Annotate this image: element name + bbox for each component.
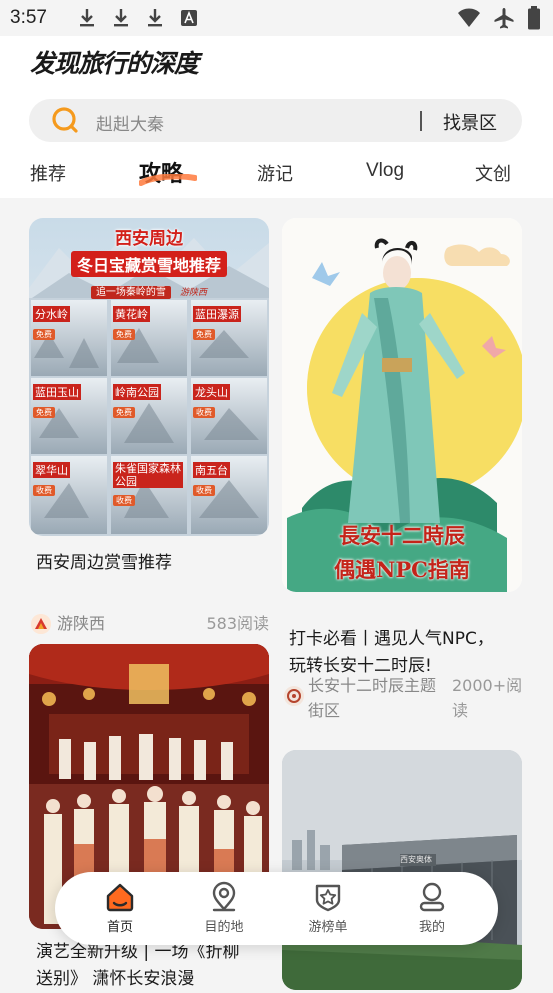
- card-read-count: 2000+阅 读: [452, 673, 522, 723]
- status-bar: 3:57: [0, 0, 553, 36]
- spot-tag: 收费: [193, 407, 215, 418]
- card-image-headline-2: 冬日宝藏赏雪地推荐: [70, 251, 227, 277]
- spot-name: 蓝田玉山: [33, 384, 81, 400]
- card-title-line: 送别》 潇怀长安浪漫: [36, 969, 195, 989]
- download-icon: [111, 8, 131, 28]
- spot-tag: 免费: [33, 329, 55, 340]
- card-image-npc[interactable]: 長安十二時辰 偶遇NPC指南: [282, 218, 522, 592]
- search-icon: [52, 107, 78, 133]
- tab-vlog[interactable]: Vlog: [366, 160, 404, 182]
- spot-tag: 免费: [113, 329, 135, 340]
- card-title[interactable]: 打卡必看丨遇见人气NPC， 玩转长安十二时辰!: [289, 626, 494, 680]
- card-image-subheadline: 偶遇NPC指南: [334, 557, 470, 582]
- author-avatar: [31, 614, 51, 634]
- nav-label: 首页: [106, 920, 133, 935]
- battery-icon: [527, 6, 541, 35]
- article-card[interactable]: 西安奥体: [282, 750, 522, 990]
- airplane-icon: [493, 7, 515, 34]
- spot-tag: 收费: [33, 485, 55, 496]
- spot-name: 朱雀国家森林公园: [113, 462, 183, 488]
- nav-label: 游榜单: [308, 920, 348, 935]
- profile-icon: [419, 882, 445, 912]
- nav-home[interactable]: 首页: [85, 881, 155, 935]
- status-time: 3:57: [10, 7, 47, 28]
- card-title[interactable]: 演艺全新升级 | 一场《折柳 送别》 潇怀长安浪漫: [36, 939, 240, 993]
- card-image-slogan: 追一场秦岭的雪: [90, 286, 171, 299]
- card-image-sign: 西安奥体: [400, 855, 432, 864]
- card-image-headline: 西安周边: [115, 229, 183, 249]
- spot-name: 岭南公园: [113, 384, 161, 400]
- card-image-snow[interactable]: 西安周边 冬日宝藏赏雪地推荐 追一场秦岭的雪 游陕西 分水岭免费 黄花岭免费 蓝…: [29, 218, 269, 536]
- download-icon: [145, 8, 165, 28]
- search-bar[interactable]: 赳赳大秦 找景区: [29, 99, 522, 142]
- card-author-line: 街区: [308, 701, 341, 720]
- article-card[interactable]: 西安周边 冬日宝藏赏雪地推荐 追一场秦岭的雪 游陕西 分水岭免费 黄花岭免费 蓝…: [29, 218, 269, 634]
- spot-name: 分水岭: [33, 306, 70, 322]
- tab-creative[interactable]: 文创: [475, 160, 511, 186]
- category-tabs: 推荐 攻略 游记 Vlog 文创: [0, 154, 553, 194]
- spot-tag: 免费: [33, 407, 55, 418]
- card-title[interactable]: 西安周边赏雪推荐: [36, 550, 172, 577]
- download-icon: [77, 8, 97, 28]
- spot-tag: 收费: [113, 495, 135, 506]
- search-placeholder[interactable]: 赳赳大秦: [96, 110, 164, 135]
- search-divider: [420, 111, 422, 131]
- app-logo: 发现旅行的深度: [30, 49, 199, 78]
- tab-recommend[interactable]: 推荐: [30, 160, 66, 186]
- tab-travelogue[interactable]: 游记: [257, 160, 293, 186]
- card-image-building[interactable]: 西安奥体: [282, 750, 522, 990]
- font-icon: [179, 8, 199, 28]
- article-card[interactable]: 長安十二時辰 偶遇NPC指南 打卡必看丨遇见人气NPC， 玩转长安十二时辰! 长…: [282, 218, 522, 728]
- spot-name: 黄花岭: [113, 306, 150, 322]
- bottom-navigation: 首页 目的地 游榜单 我的: [55, 872, 498, 945]
- card-read-count: 583阅读: [206, 614, 269, 633]
- spot-tag: 免费: [193, 329, 215, 340]
- card-image-brand: 游陕西: [180, 288, 208, 298]
- app-header: 发现旅行的深度 赳赳大秦 找景区 推荐 攻略 游记 Vlog 文创: [0, 36, 553, 198]
- location-pin-icon: [212, 881, 236, 912]
- card-author[interactable]: 长安十二时辰主题 街区: [308, 673, 448, 723]
- star-shield-icon: [315, 884, 341, 912]
- nav-label: 目的地: [204, 920, 244, 935]
- spot-name: 蓝田瀑源: [193, 306, 241, 322]
- card-image-headline: 長安十二時辰: [339, 523, 465, 548]
- spot-name: 南五台: [193, 462, 230, 478]
- find-scenic-button[interactable]: 找景区: [443, 109, 497, 135]
- article-feed[interactable]: 西安周边 冬日宝藏赏雪地推荐 追一场秦岭的雪 游陕西 分水岭免费 黄花岭免费 蓝…: [0, 198, 553, 990]
- home-icon: [106, 883, 134, 912]
- card-author[interactable]: 游陕西: [57, 611, 105, 636]
- card-author-line: 长安十二时辰主题: [308, 676, 437, 695]
- wifi-icon: [457, 8, 481, 33]
- spot-name: 龙头山: [193, 384, 230, 400]
- author-avatar: [284, 686, 304, 706]
- card-read-count-line: 读: [452, 701, 469, 720]
- spot-name: 翠华山: [33, 462, 70, 478]
- nav-label: 我的: [418, 920, 445, 935]
- active-tab-underline: [139, 174, 197, 186]
- spot-tag: 免费: [113, 407, 135, 418]
- nav-ranking[interactable]: 游榜单: [293, 881, 363, 935]
- nav-mine[interactable]: 我的: [397, 881, 467, 935]
- card-title-line: 打卡必看丨遇见人气NPC，: [289, 629, 494, 649]
- nav-destination[interactable]: 目的地: [189, 881, 259, 935]
- spot-tag: 收费: [193, 485, 215, 496]
- card-read-count-line: 2000+阅: [452, 676, 523, 695]
